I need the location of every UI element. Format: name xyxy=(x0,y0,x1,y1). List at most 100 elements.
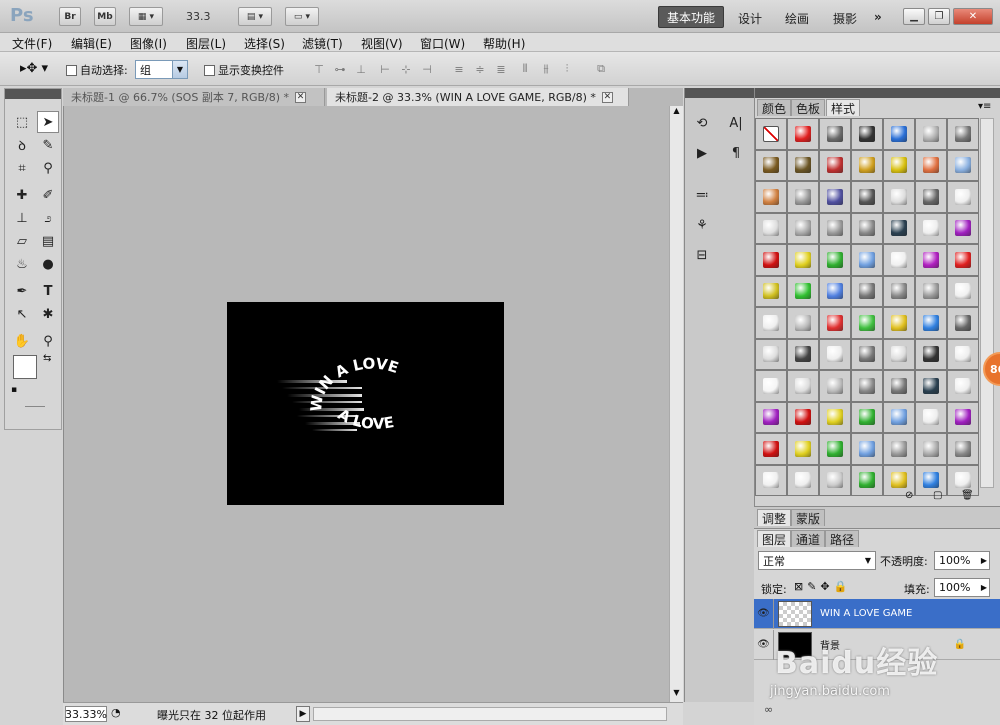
marquee-icon[interactable]: ⬚ xyxy=(11,111,33,133)
style-swatch[interactable] xyxy=(883,244,915,276)
style-swatch[interactable] xyxy=(819,118,851,150)
panel-menu-icon[interactable]: ▾≡ xyxy=(978,101,991,112)
pen-icon[interactable]: ✒ xyxy=(11,280,33,302)
style-swatch[interactable] xyxy=(755,307,787,339)
style-swatch[interactable] xyxy=(947,181,979,213)
style-swatch[interactable] xyxy=(915,118,947,150)
default-colors-icon[interactable]: ▪ xyxy=(11,385,17,395)
zoom-icon[interactable]: ⚲ xyxy=(37,330,59,352)
show-transform-checkbox[interactable] xyxy=(204,64,215,76)
style-swatch[interactable] xyxy=(851,212,883,244)
type-icon[interactable]: T xyxy=(37,280,59,302)
workspace-painting[interactable]: 绘画 xyxy=(785,10,809,27)
style-swatch[interactable] xyxy=(755,370,787,402)
visibility-eye-icon[interactable]: 👁 xyxy=(754,598,774,629)
tab-channels[interactable]: 通道 xyxy=(791,530,826,547)
style-swatch[interactable] xyxy=(915,149,947,181)
clone-source-icon[interactable]: ⚘ xyxy=(691,214,713,236)
style-swatch[interactable] xyxy=(755,401,787,433)
style-swatch[interactable] xyxy=(851,464,883,496)
actions-icon[interactable]: ▶ xyxy=(691,142,713,164)
style-swatch[interactable] xyxy=(755,464,787,496)
style-swatch[interactable] xyxy=(851,181,883,213)
document-vertical-scrollbar[interactable]: ▲ ▼ xyxy=(669,106,683,702)
eraser-icon[interactable]: ▱ xyxy=(11,230,33,252)
menu-file[interactable]: 文件(F) xyxy=(12,35,52,52)
style-swatch[interactable] xyxy=(787,370,819,402)
layer-row-text[interactable]: 👁 WIN A LOVE GAME xyxy=(754,598,1000,629)
menu-window[interactable]: 窗口(W) xyxy=(420,35,465,52)
workspace-design[interactable]: 设计 xyxy=(738,10,762,27)
align-bottom-icon[interactable]: ⊥ xyxy=(354,62,368,76)
restore-button[interactable]: ❐ xyxy=(928,8,950,25)
style-swatch[interactable] xyxy=(819,181,851,213)
style-swatch[interactable] xyxy=(883,181,915,213)
style-swatch[interactable] xyxy=(755,149,787,181)
style-swatch[interactable] xyxy=(915,307,947,339)
tool-presets-icon[interactable]: ⊟ xyxy=(691,244,713,266)
style-swatch[interactable] xyxy=(819,307,851,339)
distribute-bottom-icon[interactable]: ≣ xyxy=(494,62,508,76)
style-swatch[interactable] xyxy=(947,433,979,465)
workspace-essentials[interactable]: 基本功能 xyxy=(658,6,724,28)
style-swatch[interactable] xyxy=(755,181,787,213)
style-swatch[interactable] xyxy=(883,118,915,150)
style-swatch[interactable] xyxy=(851,149,883,181)
blur-icon[interactable]: ♨ xyxy=(11,253,33,275)
align-right-icon[interactable]: ⊣ xyxy=(420,62,434,76)
auto-select-target-dropdown[interactable]: 组 ▼ xyxy=(135,60,188,79)
distribute-left-icon[interactable]: ⫴ xyxy=(518,62,532,76)
delete-style-icon[interactable]: 🗑 xyxy=(961,490,974,501)
style-swatch[interactable] xyxy=(819,433,851,465)
status-options-icon[interactable]: ◔ xyxy=(111,706,121,719)
style-swatch[interactable] xyxy=(755,244,787,276)
style-swatch[interactable] xyxy=(947,244,979,276)
screen-mode-button[interactable]: ▭ ▾ xyxy=(285,7,319,26)
style-swatch[interactable] xyxy=(915,244,947,276)
style-swatch[interactable] xyxy=(819,212,851,244)
tab-document-2[interactable]: 未标题-2 @ 33.3% (WIN A LOVE GAME, RGB/8) *… xyxy=(327,88,629,106)
crop-icon[interactable]: ⌗ xyxy=(11,157,33,179)
bridge-button[interactable]: Br xyxy=(59,7,81,26)
style-swatch[interactable] xyxy=(947,338,979,370)
mini-bridge-button[interactable]: Mb xyxy=(94,7,116,26)
styles-scrollbar[interactable] xyxy=(980,118,994,488)
style-swatch[interactable] xyxy=(787,212,819,244)
tab-styles[interactable]: 样式 xyxy=(826,99,861,116)
brushes-icon[interactable]: ≕ xyxy=(691,184,713,206)
document-canvas[interactable]: WIN A LOVE A LOVE xyxy=(227,302,504,505)
clear-style-icon[interactable]: ⊘ xyxy=(905,490,913,501)
style-swatch[interactable] xyxy=(947,370,979,402)
shape-icon[interactable]: ✱ xyxy=(37,303,59,325)
fill-field[interactable]: 100% ▶ xyxy=(934,578,990,597)
gradient-icon[interactable]: ▤ xyxy=(37,230,59,252)
style-swatch[interactable] xyxy=(883,275,915,307)
style-swatch[interactable] xyxy=(787,338,819,370)
style-swatch[interactable] xyxy=(915,338,947,370)
style-swatch[interactable] xyxy=(755,118,787,150)
move-tool-preset-picker[interactable]: ▸✥ ▾ xyxy=(20,61,48,76)
style-swatch[interactable] xyxy=(755,433,787,465)
style-swatch[interactable] xyxy=(755,275,787,307)
style-swatch[interactable] xyxy=(787,244,819,276)
menu-select[interactable]: 选择(S) xyxy=(244,35,285,52)
character-icon[interactable]: A| xyxy=(725,112,747,134)
move-tool-icon[interactable]: ➤ xyxy=(37,111,59,133)
style-swatch[interactable] xyxy=(947,275,979,307)
paragraph-icon[interactable]: ¶ xyxy=(725,142,747,164)
style-swatch[interactable] xyxy=(851,275,883,307)
blend-mode-dropdown[interactable]: 正常 ▼ xyxy=(758,551,876,570)
tab-paths[interactable]: 路径 xyxy=(825,530,860,547)
align-left-icon[interactable]: ⊢ xyxy=(378,62,392,76)
style-swatch[interactable] xyxy=(915,275,947,307)
quick-select-icon[interactable]: ✎ xyxy=(37,134,59,156)
menu-help[interactable]: 帮助(H) xyxy=(483,35,525,52)
spot-heal-icon[interactable]: ✚ xyxy=(11,184,33,206)
lock-options[interactable]: ⊠✎✥🔒 xyxy=(794,580,851,593)
auto-align-icon[interactable]: ⧉ xyxy=(594,62,608,76)
tab-document-1[interactable]: 未标题-1 @ 66.7% (SOS 副本 7, RGB/8) * ✕ xyxy=(63,88,325,106)
style-swatch[interactable] xyxy=(819,401,851,433)
tab-swatches[interactable]: 色板 xyxy=(791,99,826,116)
style-swatch[interactable] xyxy=(819,275,851,307)
foreground-color-swatch[interactable] xyxy=(13,355,37,379)
